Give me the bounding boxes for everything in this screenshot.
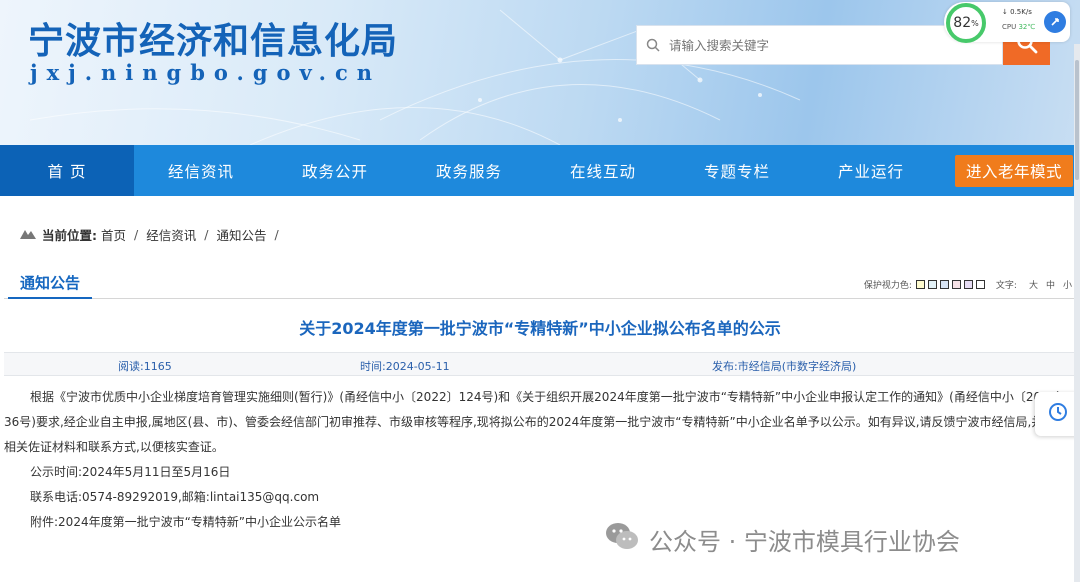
font-size-large[interactable]: 大 [1029, 278, 1038, 291]
article-title: 关于2024年度第一批宁波市“专精特新”中小企业拟公布名单的公示 [299, 319, 781, 338]
breadcrumb-separator: / [204, 226, 209, 242]
nav-online-interaction[interactable]: 在线互动 [536, 145, 670, 196]
breadcrumb-home[interactable]: 首页 [101, 225, 126, 244]
wechat-icon [605, 521, 639, 557]
article-contact: 联系电话:0574-89292019,邮箱:lintai135@qq.com [30, 490, 320, 504]
color-swatch-purple[interactable] [963, 280, 973, 289]
download-arrow-icon: ↓ [1002, 8, 1008, 16]
tab-notices[interactable]: 通知公告 [8, 267, 93, 299]
breadcrumb-notices[interactable]: 通知公告 [216, 225, 266, 244]
article-paragraph: 根据《宁波市优质中小企业梯度培育管理实施细则(暂行)》(甬经信中小〔2022〕1… [4, 390, 1069, 454]
watermark-text: 公众号 · 宁波市模具行业协会 [649, 527, 960, 556]
publisher: 发布:市经信局(市数字经济局) [712, 360, 857, 373]
color-swatch-pink[interactable] [951, 280, 961, 289]
site-domain: jxj.ningbo.gov.cn [30, 60, 382, 85]
memory-usage-ring: 82% [946, 3, 986, 43]
color-swatch-blue[interactable] [939, 280, 949, 289]
cpu-temp: 32℃ [1018, 23, 1036, 31]
eye-protect-label: 保护视力色: [863, 281, 912, 291]
publish-time: 时间:2024-05-11 [360, 360, 450, 373]
breadcrumb: 当前位置: 首页 / 经信资讯 / 通知公告 / [20, 224, 287, 244]
page: 宁波市经济和信息化局 jxj.ningbo.gov.cn 82% ↓ 0.5K/… [0, 0, 1080, 582]
performance-widget[interactable]: 82% ↓ 0.5K/s CPU 32℃ [944, 2, 1070, 43]
search-icon [637, 25, 669, 65]
read-count: 阅读:1165 [118, 360, 172, 373]
font-size-medium[interactable]: 中 [1046, 278, 1055, 291]
cpu-status: CPU 32℃ [1002, 23, 1035, 31]
nav-public-affairs[interactable]: 政务公开 [268, 145, 402, 196]
rocket-icon[interactable] [1044, 11, 1066, 33]
nav-government-services[interactable]: 政务服务 [402, 145, 536, 196]
breadcrumb-news[interactable]: 经信资讯 [146, 225, 196, 244]
main-nav: 首 页 经信资讯 政务公开 政务服务 在线互动 专题专栏 产业运行 [0, 145, 1080, 196]
nav-special-topics[interactable]: 专题专栏 [670, 145, 804, 196]
memory-usage-value: 82 [953, 15, 972, 31]
font-size-small[interactable]: 小 [1063, 278, 1072, 291]
mountain-icon [20, 227, 36, 242]
color-swatch-cyan[interactable] [927, 280, 937, 289]
cpu-label: CPU [1002, 23, 1017, 31]
nav-news[interactable]: 经信资讯 [134, 145, 268, 196]
scrollbar-thumb[interactable] [1075, 60, 1079, 180]
network-speed: ↓ 0.5K/s [1002, 8, 1032, 16]
breadcrumb-label: 当前位置: [42, 227, 97, 243]
breadcrumb-separator: / [134, 226, 139, 242]
network-speed-value: 0.5K/s [1010, 8, 1032, 16]
elder-mode-button[interactable]: 进入老年模式 [955, 155, 1073, 187]
site-title: 宁波市经济和信息化局 [28, 20, 399, 62]
nav-industry-operation[interactable]: 产业运行 [804, 145, 938, 196]
color-swatch-white[interactable] [975, 280, 985, 289]
breadcrumb-separator: / [274, 226, 279, 242]
font-size-label: 文字: [995, 281, 1017, 291]
refresh-icon [1048, 402, 1068, 426]
memory-usage-unit: % [971, 18, 979, 28]
article-body: 根据《宁波市优质中小企业梯度培育管理实施细则(暂行)》(甬经信中小〔2022〕1… [4, 385, 1072, 535]
reading-tools: 保护视力色: 文字: 大 中 小 [864, 278, 1072, 291]
header-banner: 宁波市经济和信息化局 jxj.ningbo.gov.cn [0, 0, 1080, 145]
wechat-watermark: 公众号 · 宁波市模具行业协会 [605, 521, 960, 557]
section-bar: 通知公告 保护视力色: 文字: 大 中 小 [4, 267, 1076, 299]
nav-home[interactable]: 首 页 [0, 145, 134, 196]
color-swatch-yellow[interactable] [915, 280, 925, 289]
article-meta: 阅读:1165 时间:2024-05-11 发布:市经信局(市数字经济局) [4, 352, 1076, 376]
article-period: 公示时间:2024年5月11日至5月16日 [30, 465, 231, 479]
